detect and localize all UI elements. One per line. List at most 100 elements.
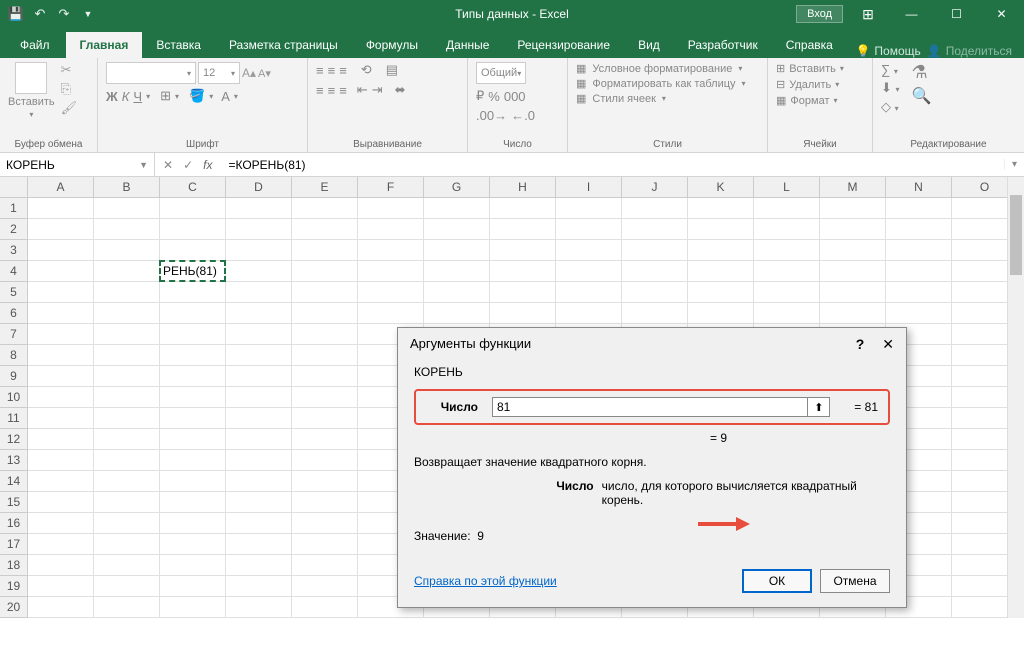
cell[interactable]	[226, 450, 292, 471]
cell[interactable]	[292, 366, 358, 387]
cell[interactable]	[226, 471, 292, 492]
cell[interactable]	[358, 261, 424, 282]
cell[interactable]	[160, 555, 226, 576]
namebox-dropdown-icon[interactable]: ▼	[139, 160, 148, 170]
tab-home[interactable]: Главная	[66, 32, 143, 58]
column-header[interactable]: F	[358, 177, 424, 197]
cell[interactable]	[28, 366, 94, 387]
cell[interactable]	[556, 198, 622, 219]
cell[interactable]	[292, 219, 358, 240]
cell[interactable]	[754, 261, 820, 282]
column-header[interactable]: N	[886, 177, 952, 197]
cell[interactable]	[754, 240, 820, 261]
cell[interactable]	[28, 576, 94, 597]
cell[interactable]	[160, 471, 226, 492]
cell[interactable]	[28, 597, 94, 618]
share-button[interactable]: 👤Поделиться	[927, 44, 1012, 58]
row-header[interactable]: 17	[0, 534, 28, 555]
column-header[interactable]: M	[820, 177, 886, 197]
cell[interactable]	[94, 282, 160, 303]
cell[interactable]	[28, 198, 94, 219]
cell[interactable]	[292, 597, 358, 618]
italic-button[interactable]: К	[122, 89, 130, 104]
tab-review[interactable]: Рецензирование	[503, 32, 624, 58]
cancel-formula-icon[interactable]: ✕	[163, 158, 173, 172]
cell[interactable]	[226, 198, 292, 219]
cell[interactable]	[556, 240, 622, 261]
align-bottom-icon[interactable]: ≡	[339, 63, 347, 78]
align-middle-icon[interactable]: ≡	[328, 63, 336, 78]
tab-help[interactable]: Справка	[772, 32, 847, 58]
login-button[interactable]: Вход	[796, 5, 843, 23]
cell[interactable]	[226, 576, 292, 597]
cell[interactable]	[226, 513, 292, 534]
cell[interactable]	[490, 198, 556, 219]
cell[interactable]	[358, 219, 424, 240]
tab-data[interactable]: Данные	[432, 32, 503, 58]
cell[interactable]	[160, 429, 226, 450]
cell[interactable]	[160, 534, 226, 555]
align-right-icon[interactable]: ≡	[339, 83, 347, 98]
fill-color-icon[interactable]: 🪣	[189, 88, 205, 104]
tab-file[interactable]: Файл	[4, 32, 66, 58]
cell[interactable]	[886, 282, 952, 303]
font-name-combo[interactable]: ▾	[106, 62, 196, 84]
cell[interactable]	[688, 282, 754, 303]
cell[interactable]	[556, 261, 622, 282]
cell[interactable]	[556, 303, 622, 324]
cell[interactable]	[28, 282, 94, 303]
tab-view[interactable]: Вид	[624, 32, 674, 58]
cell[interactable]	[226, 408, 292, 429]
cell[interactable]	[226, 597, 292, 618]
cell[interactable]	[160, 597, 226, 618]
cell[interactable]	[622, 219, 688, 240]
autosum-icon[interactable]: ∑ ▾	[881, 62, 900, 77]
cell[interactable]	[94, 513, 160, 534]
cell-styles-button[interactable]: ▦Стили ячеек▾	[576, 92, 666, 105]
tab-insert[interactable]: Вставка	[142, 32, 215, 58]
cell[interactable]	[424, 240, 490, 261]
tab-layout[interactable]: Разметка страницы	[215, 32, 352, 58]
cell[interactable]	[226, 387, 292, 408]
cell[interactable]	[292, 324, 358, 345]
cell[interactable]	[358, 240, 424, 261]
decrease-indent-icon[interactable]: ⇤	[357, 82, 368, 98]
row-header[interactable]: 20	[0, 597, 28, 618]
cell[interactable]	[226, 240, 292, 261]
cell[interactable]	[160, 219, 226, 240]
row-header[interactable]: 10	[0, 387, 28, 408]
tell-me[interactable]: 💡Помощь	[855, 44, 920, 58]
redo-icon[interactable]: ↷	[56, 6, 72, 22]
cell[interactable]	[622, 198, 688, 219]
cell[interactable]	[226, 303, 292, 324]
cell[interactable]	[292, 198, 358, 219]
increase-decimal-icon[interactable]: .00→	[476, 108, 507, 123]
decrease-decimal-icon[interactable]: ←.0	[511, 108, 535, 123]
border-icon[interactable]: ⊞	[160, 88, 171, 104]
cell[interactable]	[28, 387, 94, 408]
column-header[interactable]: H	[490, 177, 556, 197]
vertical-scrollbar[interactable]	[1007, 177, 1024, 618]
cell[interactable]	[94, 366, 160, 387]
cell[interactable]	[160, 240, 226, 261]
cell[interactable]	[292, 492, 358, 513]
row-header[interactable]: 1	[0, 198, 28, 219]
cell[interactable]	[94, 324, 160, 345]
cell[interactable]	[292, 450, 358, 471]
select-all-corner[interactable]	[0, 177, 28, 197]
cell[interactable]	[226, 282, 292, 303]
cell[interactable]	[754, 303, 820, 324]
ok-button[interactable]: ОК	[742, 569, 812, 593]
cell[interactable]	[94, 555, 160, 576]
cell[interactable]	[94, 345, 160, 366]
paste-button[interactable]: Вставить ▾	[8, 62, 55, 119]
decrease-font-icon[interactable]: A▾	[258, 67, 271, 80]
cell[interactable]	[754, 282, 820, 303]
row-header[interactable]: 19	[0, 576, 28, 597]
column-header[interactable]: B	[94, 177, 160, 197]
cell[interactable]	[292, 513, 358, 534]
increase-indent-icon[interactable]: ⇥	[372, 82, 383, 98]
fill-icon[interactable]: ⬇ ▾	[881, 80, 900, 96]
cell[interactable]	[94, 429, 160, 450]
cell[interactable]	[94, 387, 160, 408]
